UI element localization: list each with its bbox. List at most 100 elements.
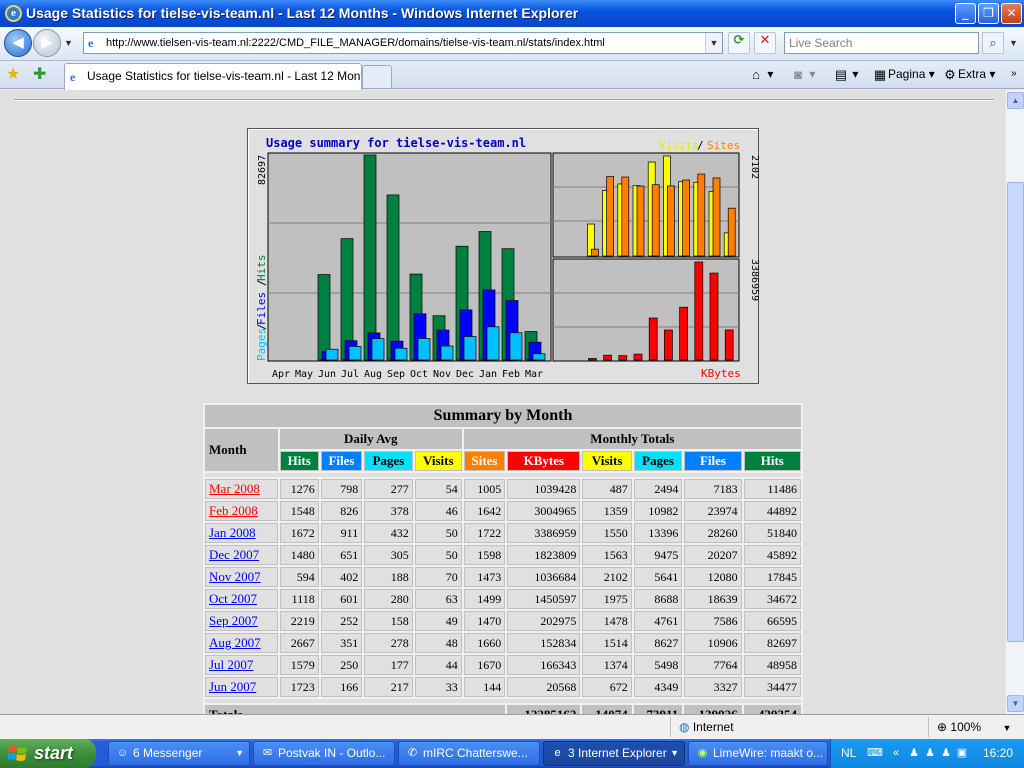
start-button[interactable]: start (0, 739, 96, 768)
month-link[interactable]: Aug 2007 (209, 635, 261, 650)
table-cell: 23974 (684, 501, 742, 521)
table-cell: 202975 (507, 611, 581, 631)
max-visits-label: 2102 (749, 155, 760, 179)
messenger-buddy-icon[interactable]: ♟ (923, 746, 937, 760)
forward-arrow-icon[interactable]: ▶ (33, 29, 61, 57)
maximize-button[interactable]: ❐ (978, 3, 999, 24)
table-cell: 8688 (633, 589, 683, 609)
language-indicator[interactable]: NL (841, 746, 856, 760)
table-cell: 1036684 (507, 567, 581, 587)
page-menu-button[interactable]: ▦ Pagina ▾ (872, 66, 935, 83)
month-link[interactable]: Oct 2007 (209, 591, 257, 606)
stop-icon[interactable]: ✕ (754, 32, 776, 54)
new-tab-button[interactable] (362, 65, 392, 89)
scroll-up-arrow-icon[interactable]: ▲ (1007, 92, 1024, 109)
task-mirc[interactable]: ✆ mIRC Chatterswe... (398, 741, 540, 766)
tray-expand-icon[interactable]: « (889, 746, 903, 760)
scroll-down-arrow-icon[interactable]: ▼ (1007, 695, 1024, 712)
print-button[interactable]: ▤ ▾ (833, 66, 859, 83)
window-title-bar[interactable]: e Usage Statistics for tielse-vis-team.n… (0, 0, 1024, 27)
task-internet-explorer[interactable]: e 3 Internet Explorer ▼ (543, 741, 685, 766)
legend-sites: Sites (707, 139, 740, 152)
rss-feed-icon: ◙ (794, 66, 802, 82)
table-cell: 1473 (463, 567, 506, 587)
month-link[interactable]: Mar 2008 (209, 481, 260, 496)
task-label: 3 Internet Explorer (568, 746, 667, 760)
table-cell: 378 (364, 501, 413, 521)
table-cell: 166343 (507, 655, 581, 675)
contacts-tray-icon[interactable]: ♟ (939, 746, 953, 760)
table-cell: 8627 (633, 633, 683, 653)
bar-sites (636, 185, 645, 257)
table-cell: 2667 (279, 633, 319, 653)
messenger-tray-icon[interactable]: ♟ (907, 746, 921, 760)
vertical-scrollbar[interactable]: ▲ ▼ (1005, 90, 1024, 714)
table-cell: 1374 (582, 655, 632, 675)
feeds-button[interactable]: ◙ ▾ (790, 66, 815, 83)
search-options-dropdown-icon[interactable]: ▼ (1009, 38, 1018, 48)
task-messenger[interactable]: ☺ 6 Messenger ▼ (108, 741, 250, 766)
bar-sites (621, 176, 630, 257)
close-button[interactable]: ✕ (1001, 3, 1022, 24)
home-button[interactable]: ⌂ ▾ (748, 66, 773, 83)
col-monthly-visits: Visits (582, 451, 632, 471)
table-row: Dec 2007 1480 651 305 50 1598 1823809 1563 9475 2… (205, 545, 801, 565)
favorites-star-icon[interactable]: ★ (6, 64, 20, 84)
month-link[interactable]: Jun 2007 (209, 679, 256, 694)
table-cell: 2219 (279, 611, 319, 631)
table-cell: 826 (320, 501, 363, 521)
minimize-button[interactable]: _ (955, 3, 976, 24)
page-content[interactable]: Usage summary for tielse-vis-team.nl Visi… (0, 90, 1005, 714)
month-link[interactable]: Feb 2008 (209, 503, 258, 518)
month-link[interactable]: Nov 2007 (209, 569, 261, 584)
task-label: Postvak IN - Outlo... (278, 746, 386, 760)
scroll-thumb[interactable] (1007, 182, 1024, 642)
table-cell: 1118 (279, 589, 319, 609)
bar-kbytes (588, 358, 597, 361)
network-tray-icon[interactable]: ▣ (955, 746, 969, 760)
table-cell: 594 (279, 567, 319, 587)
totals-row: Totals122851621407473911139926439354 (205, 705, 801, 714)
month-cell: Jul 2007 (205, 655, 278, 675)
month-link[interactable]: Dec 2007 (209, 547, 259, 562)
usage-graph: Usage summary for tielse-vis-team.nl Visi… (247, 128, 760, 384)
refresh-icon[interactable]: ⟳ (728, 32, 750, 54)
zoom-control[interactable]: ⊕ 100% ▼ (928, 717, 1024, 737)
toolbar-overflow-icon[interactable]: » (1011, 66, 1017, 82)
back-arrow-icon[interactable]: ◀ (4, 29, 32, 57)
add-favorite-icon[interactable]: ✚ (33, 64, 46, 84)
month-link[interactable]: Jan 2008 (209, 525, 256, 540)
ie-logo-icon: e (5, 5, 22, 22)
col-monthly-hits: Hits (743, 451, 801, 471)
tools-menu-button[interactable]: ⚙ Extra ▾ (942, 66, 995, 83)
table-cell: 1005 (463, 479, 506, 499)
table-cell: 1598 (463, 545, 506, 565)
totals-cell: 439354 (743, 705, 801, 714)
x-tick-label: May (295, 369, 313, 380)
bar-hits (317, 274, 331, 361)
month-link[interactable]: Jul 2007 (209, 657, 253, 672)
month-link[interactable]: Sep 2007 (209, 613, 258, 628)
x-tick-label: Nov (433, 369, 451, 380)
address-field[interactable]: e http://www.tielsen-vis-team.nl:2222/CM… (83, 32, 723, 54)
tab-page-icon: e (70, 70, 76, 84)
keyboard-icon[interactable]: ⌨ (867, 746, 883, 760)
address-dropdown-icon[interactable]: ▼ (705, 33, 722, 53)
table-cell: 50 (414, 545, 462, 565)
task-label: mIRC Chatterswe... (423, 746, 528, 760)
bar-pages (532, 353, 546, 361)
task-limewire[interactable]: ◉ LimeWire: maakt o... (688, 741, 828, 766)
page-icon: e (88, 36, 94, 50)
x-tick-label: Aug (364, 369, 382, 380)
search-input[interactable]: Live Search (784, 32, 979, 54)
history-dropdown-icon[interactable]: ▼ (64, 38, 73, 48)
task-outlook[interactable]: ✉ Postvak IN - Outlo... (253, 741, 395, 766)
tab-title: Usage Statistics for tielse-vis-team.nl … (87, 69, 362, 83)
search-icon[interactable]: ⌕ (982, 32, 1004, 54)
table-cell: 1722 (463, 523, 506, 543)
table-cell: 34672 (743, 589, 801, 609)
tab-active[interactable]: e Usage Statistics for tielse-vis-team.n… (64, 63, 362, 90)
month-cell: Oct 2007 (205, 589, 278, 609)
security-zone[interactable]: ◍ Internet (670, 717, 925, 737)
zoom-dropdown-icon[interactable]: ▼ (1002, 723, 1011, 733)
